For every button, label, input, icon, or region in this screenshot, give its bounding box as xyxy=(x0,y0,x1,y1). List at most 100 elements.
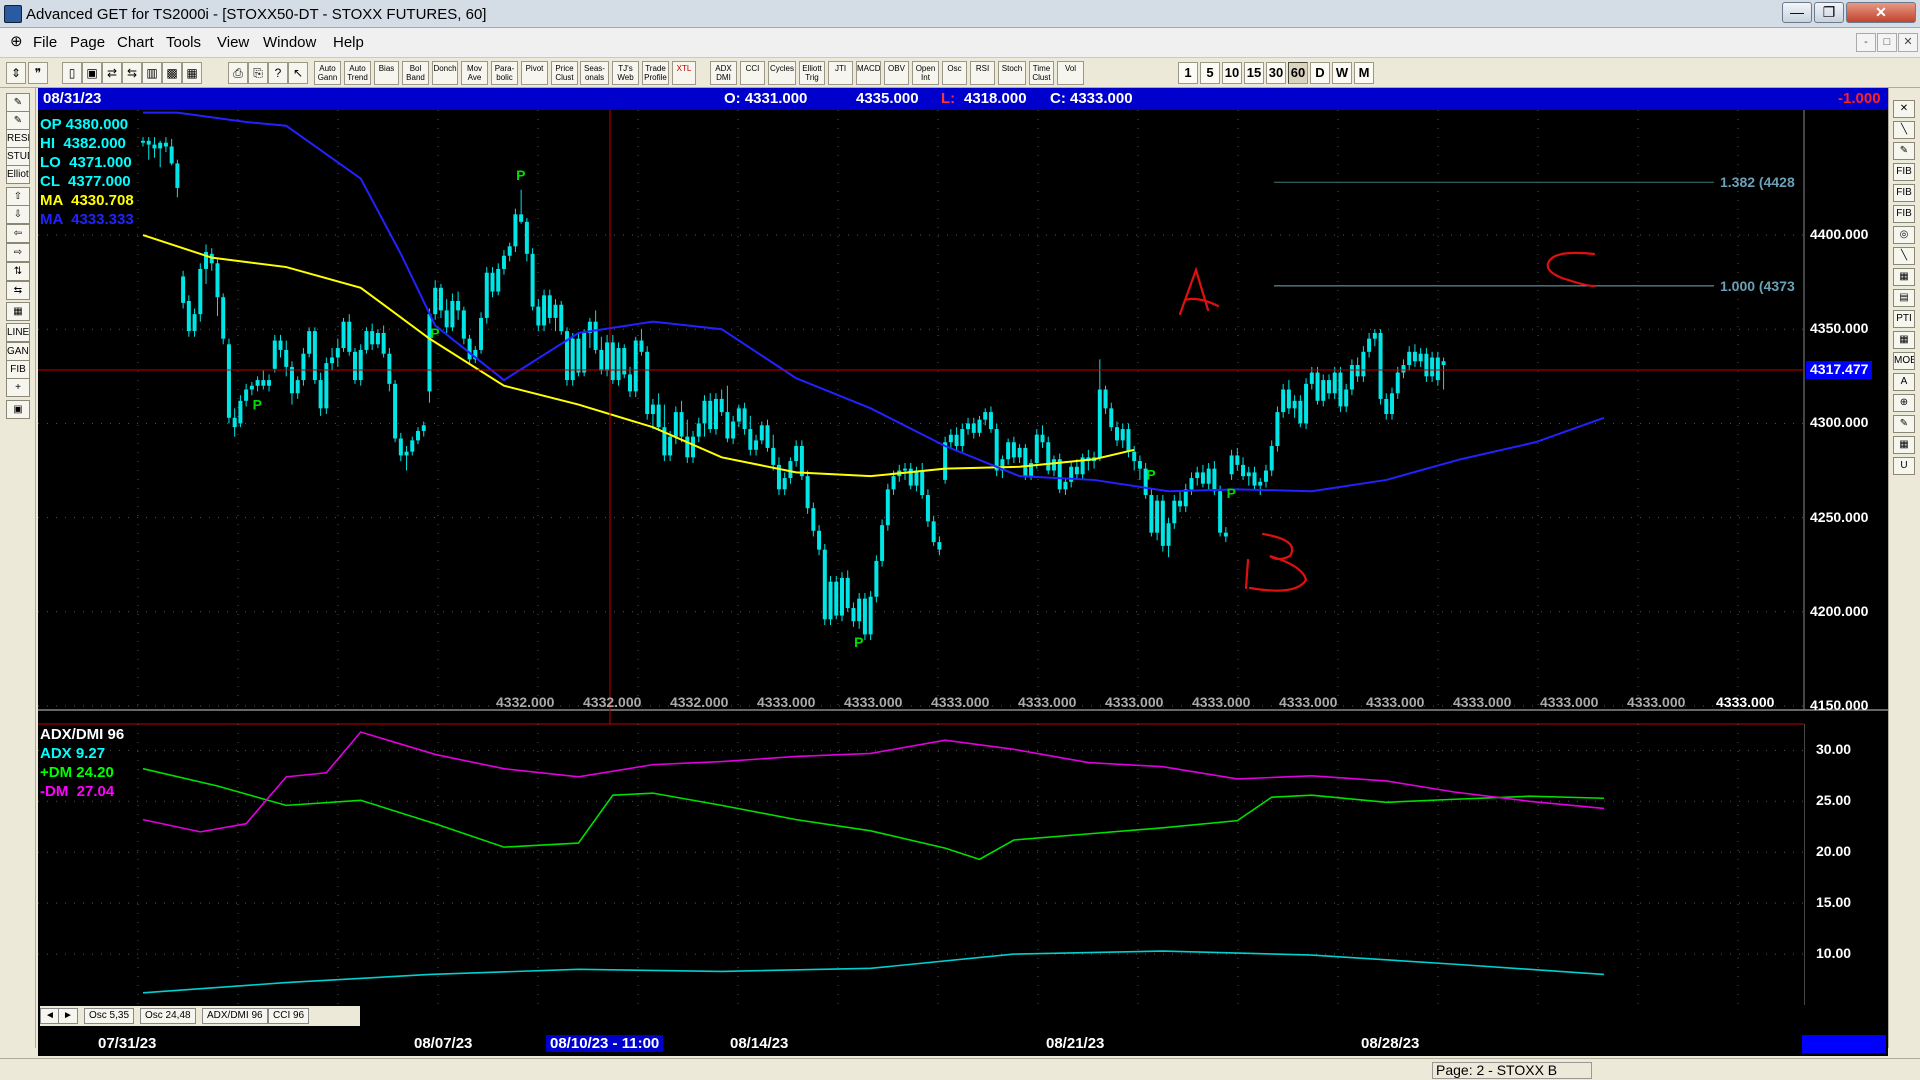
osc-prev-button[interactable]: ◄ xyxy=(40,1008,60,1024)
right-tool-button[interactable]: A xyxy=(1893,373,1915,391)
study-button[interactable]: Seas-onals xyxy=(580,61,609,85)
right-tool-button[interactable]: FIB TIME xyxy=(1893,205,1915,223)
right-tool-button[interactable]: U xyxy=(1893,457,1915,475)
study-button[interactable]: JTI xyxy=(828,61,853,85)
left-tool-button[interactable]: LINES xyxy=(6,323,30,342)
left-tool-button[interactable]: RESET xyxy=(6,129,30,148)
study-button[interactable]: ADX DMI xyxy=(710,61,737,85)
right-tool-button[interactable]: ◎ xyxy=(1893,226,1915,244)
timeframe-button[interactable]: M xyxy=(1354,62,1374,84)
menu-help[interactable]: Help xyxy=(333,34,364,51)
study-button[interactable]: Bias xyxy=(374,61,399,85)
study-button[interactable]: MACD xyxy=(856,61,881,85)
right-tool-button[interactable]: FIB RET xyxy=(1893,163,1915,181)
timeframe-button[interactable]: 10 xyxy=(1222,62,1242,84)
menu-window[interactable]: Window xyxy=(263,34,316,51)
context-help-icon[interactable]: ↖ xyxy=(288,62,308,84)
study-button[interactable]: Cycles xyxy=(768,61,796,85)
minimize-button[interactable]: — xyxy=(1782,2,1812,23)
study-button[interactable]: Pivot xyxy=(521,61,548,85)
right-tool-button[interactable]: ╲ xyxy=(1893,247,1915,265)
tab-cci-96[interactable]: CCI 96 xyxy=(268,1008,310,1024)
right-tool-button[interactable]: ▤ xyxy=(1893,289,1915,307)
new-page-icon[interactable]: ▯ xyxy=(62,62,82,84)
right-tool-button[interactable]: MOB xyxy=(1893,352,1915,370)
right-tool-button[interactable]: ▦ xyxy=(1893,436,1915,454)
left-tool-button[interactable]: STUDY xyxy=(6,147,30,166)
mdi-minimize-button[interactable]: - xyxy=(1856,33,1876,52)
layout-icon[interactable]: ▦ xyxy=(182,62,202,84)
timeframe-button[interactable]: W xyxy=(1332,62,1352,84)
tab-adx-dmi-96[interactable]: ADX/DMI 96 xyxy=(202,1008,268,1024)
study-button[interactable]: XTL xyxy=(672,61,696,85)
menu-tools[interactable]: Tools xyxy=(166,34,201,51)
study-button[interactable]: Price Clust xyxy=(551,61,578,85)
tab-osc-5-35[interactable]: Osc 5,35 xyxy=(84,1008,135,1024)
left-tool-button[interactable]: ▣ xyxy=(6,400,30,419)
tile-icon[interactable]: ▥ xyxy=(142,62,162,84)
study-button[interactable]: Stoch xyxy=(998,61,1026,85)
quote-icon[interactable]: ❞ xyxy=(28,62,48,84)
study-button[interactable]: CCI xyxy=(740,61,765,85)
print-preview-icon[interactable]: ⎘ xyxy=(248,62,268,84)
study-button[interactable]: Open Int xyxy=(912,61,939,85)
help-icon[interactable]: ? xyxy=(268,62,288,84)
left-tool-button[interactable]: ⇨ xyxy=(6,243,30,262)
study-button[interactable]: Trade Profile xyxy=(642,61,669,85)
left-tool-button[interactable]: ⇆ xyxy=(6,281,30,300)
timeframe-button[interactable]: 5 xyxy=(1200,62,1220,84)
print-icon[interactable]: ⎙ xyxy=(228,62,248,84)
right-tool-button[interactable]: ▦ xyxy=(1893,331,1915,349)
study-button[interactable]: TJ's Web xyxy=(612,61,639,85)
left-tool-button[interactable]: ⇩ xyxy=(6,205,30,224)
pointer-icon[interactable]: ⇕ xyxy=(6,62,26,84)
left-tool-button[interactable]: ✎ xyxy=(6,93,30,112)
study-button[interactable]: Bol Band xyxy=(402,61,429,85)
menu-chart[interactable]: Chart xyxy=(117,34,154,51)
left-tool-button[interactable]: GANN xyxy=(6,342,30,361)
study-button[interactable]: Mov Ave xyxy=(461,61,488,85)
copy-icon[interactable]: ▣ xyxy=(82,62,102,84)
study-button[interactable]: Donch xyxy=(432,61,458,85)
sync-icon[interactable]: ⇆ xyxy=(122,62,142,84)
chart-svg[interactable]: P P P P P P xyxy=(38,110,1888,1048)
mdi-restore-button[interactable]: □ xyxy=(1877,33,1897,52)
date-scroll-thumb[interactable] xyxy=(1802,1035,1886,1053)
right-tool-button[interactable]: ▦ xyxy=(1893,268,1915,286)
right-tool-button[interactable]: FIB EXT xyxy=(1893,184,1915,202)
menu-page[interactable]: Page xyxy=(70,34,105,51)
right-tool-button[interactable]: ✎ xyxy=(1893,415,1915,433)
grid-off-icon[interactable]: ▩ xyxy=(162,62,182,84)
left-tool-button[interactable]: + xyxy=(6,378,30,397)
study-button[interactable]: Time Clust xyxy=(1029,61,1054,85)
chart-area[interactable]: PPPPPP 4400.000 4350.000 4300.000 4250.000 4… xyxy=(38,110,1888,1048)
timeframe-button[interactable]: 30 xyxy=(1266,62,1286,84)
close-button[interactable]: ✕ xyxy=(1846,2,1916,23)
timeframe-button[interactable]: 15 xyxy=(1244,62,1264,84)
tab-osc-24-48[interactable]: Osc 24,48 xyxy=(140,1008,196,1024)
osc-next-button[interactable]: ► xyxy=(58,1008,78,1024)
left-tool-button[interactable]: ⇅ xyxy=(6,262,30,281)
study-button[interactable]: RSI xyxy=(970,61,995,85)
chart-link-icon[interactable]: ⇄ xyxy=(102,62,122,84)
right-tool-button[interactable]: ✕ xyxy=(1893,100,1915,118)
left-tool-button[interactable]: Elliott xyxy=(6,165,30,184)
menu-file[interactable]: File xyxy=(33,34,57,51)
study-button[interactable]: Para-bolic xyxy=(491,61,518,85)
timeframe-button[interactable]: 1 xyxy=(1178,62,1198,84)
study-button[interactable]: Auto Trend xyxy=(344,61,371,85)
study-button[interactable]: OBV xyxy=(884,61,909,85)
right-tool-button[interactable]: ⊕ xyxy=(1893,394,1915,412)
right-tool-button[interactable]: ╲ xyxy=(1893,121,1915,139)
maximize-button[interactable]: ❐ xyxy=(1814,2,1844,23)
study-button[interactable]: Auto Gann xyxy=(314,61,341,85)
mdi-close-button[interactable]: ✕ xyxy=(1898,33,1918,52)
left-tool-button[interactable]: FIB xyxy=(6,360,30,379)
study-button[interactable]: Vol xyxy=(1057,61,1084,85)
timeframe-button[interactable]: 60 xyxy=(1288,62,1308,84)
timeframe-button[interactable]: D xyxy=(1310,62,1330,84)
study-button[interactable]: Osc xyxy=(942,61,967,85)
right-tool-button[interactable]: PTI xyxy=(1893,310,1915,328)
left-tool-button[interactable]: ⇦ xyxy=(6,224,30,243)
left-tool-button[interactable]: ✎ xyxy=(6,111,30,130)
